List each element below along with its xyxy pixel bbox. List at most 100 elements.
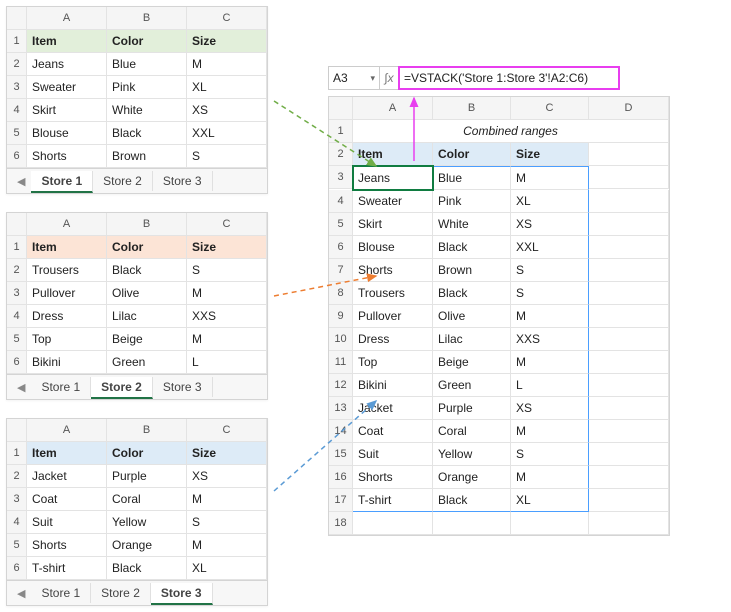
col-header[interactable]: B (107, 213, 187, 236)
col-header[interactable]: A (353, 97, 433, 120)
col-header[interactable]: C (187, 7, 267, 30)
cell-empty[interactable] (589, 190, 669, 213)
cell[interactable]: S (511, 282, 589, 305)
cell[interactable]: M (187, 53, 267, 76)
row-header[interactable]: 14 (329, 420, 353, 443)
row-header[interactable]: 2 (7, 53, 27, 76)
tab-store1[interactable]: Store 1 (31, 377, 91, 397)
header-color[interactable]: Color (433, 143, 511, 166)
header-color[interactable]: Color (107, 30, 187, 53)
row-header[interactable]: 11 (329, 351, 353, 374)
cell[interactable]: Jacket (353, 397, 433, 420)
row-header[interactable]: 3 (7, 76, 27, 99)
cell[interactable]: XXL (187, 122, 267, 145)
row-header[interactable]: 4 (7, 99, 27, 122)
row-header[interactable]: 6 (329, 236, 353, 259)
header-size[interactable]: Size (187, 236, 267, 259)
cell[interactable]: Black (107, 122, 187, 145)
row-header[interactable]: 18 (329, 512, 353, 535)
cell-empty[interactable] (589, 397, 669, 420)
cell[interactable]: Dress (353, 328, 433, 351)
cell[interactable]: M (187, 534, 267, 557)
header-size[interactable]: Size (187, 30, 267, 53)
tab-store2[interactable]: Store 2 (91, 583, 151, 603)
row-header[interactable]: 1 (7, 442, 27, 465)
row-header[interactable]: 6 (7, 351, 27, 374)
cell[interactable]: S (511, 443, 589, 466)
cell[interactable]: Black (433, 236, 511, 259)
row-header[interactable]: 17 (329, 489, 353, 512)
tab-store1[interactable]: Store 1 (31, 583, 91, 603)
cell[interactable]: XS (187, 465, 267, 488)
cell[interactable]: Trousers (353, 282, 433, 305)
row-header[interactable]: 6 (7, 145, 27, 168)
cell-empty[interactable] (433, 512, 511, 535)
cell[interactable]: Brown (433, 259, 511, 282)
cell[interactable]: Beige (107, 328, 187, 351)
tab-prev-icon[interactable]: ◀ (11, 381, 31, 394)
cell[interactable]: Bikini (353, 374, 433, 397)
cell[interactable]: M (187, 328, 267, 351)
cell-empty[interactable] (589, 166, 669, 189)
cell[interactable]: Olive (107, 282, 187, 305)
name-box[interactable]: A3 ▾ (329, 67, 380, 89)
col-header[interactable]: B (433, 97, 511, 120)
cell-empty[interactable] (511, 512, 589, 535)
cell[interactable]: Pullover (353, 305, 433, 328)
cell[interactable]: XS (187, 99, 267, 122)
cell-empty[interactable] (589, 489, 669, 512)
tab-store3[interactable]: Store 3 (153, 171, 213, 191)
cell[interactable]: XL (187, 76, 267, 99)
cell[interactable]: T-shirt (27, 557, 107, 580)
cell[interactable]: Lilac (433, 328, 511, 351)
header-color[interactable]: Color (107, 442, 187, 465)
cell[interactable]: M (511, 466, 589, 489)
cell[interactable]: Coral (107, 488, 187, 511)
row-header[interactable]: 12 (329, 374, 353, 397)
cell[interactable]: M (511, 305, 589, 328)
cell[interactable]: Black (107, 557, 187, 580)
cell-empty[interactable] (589, 351, 669, 374)
row-header[interactable]: 4 (329, 190, 353, 213)
cell[interactable]: White (107, 99, 187, 122)
cell-empty[interactable] (589, 282, 669, 305)
cell[interactable]: Purple (107, 465, 187, 488)
cell-empty[interactable] (589, 420, 669, 443)
col-header[interactable]: C (187, 419, 267, 442)
cell[interactable]: Purple (433, 397, 511, 420)
tab-prev-icon[interactable]: ◀ (11, 587, 31, 600)
cell-empty[interactable] (589, 143, 669, 166)
tab-prev-icon[interactable]: ◀ (11, 175, 31, 188)
row-header[interactable]: 5 (7, 534, 27, 557)
row-header[interactable]: 7 (329, 259, 353, 282)
cell[interactable]: Orange (107, 534, 187, 557)
row-header[interactable]: 8 (329, 282, 353, 305)
row-header[interactable]: 1 (7, 236, 27, 259)
cell[interactable]: Shorts (27, 145, 107, 168)
row-header[interactable]: 1 (329, 120, 353, 143)
row-header[interactable]: 3 (7, 488, 27, 511)
cell-empty[interactable] (353, 512, 433, 535)
cell[interactable]: M (187, 488, 267, 511)
fx-icon[interactable]: ∫x (380, 67, 399, 89)
cell[interactable]: Coral (433, 420, 511, 443)
cell-empty[interactable] (589, 374, 669, 397)
row-header[interactable]: 4 (7, 511, 27, 534)
col-header[interactable]: B (107, 419, 187, 442)
header-size[interactable]: Size (511, 143, 589, 166)
cell[interactable]: Black (433, 282, 511, 305)
cell[interactable]: Blue (107, 53, 187, 76)
header-color[interactable]: Color (107, 236, 187, 259)
cell-empty[interactable] (589, 213, 669, 236)
cell[interactable]: XS (511, 213, 589, 236)
cell[interactable]: Jacket (27, 465, 107, 488)
row-header[interactable]: 16 (329, 466, 353, 489)
row-header[interactable]: 1 (7, 30, 27, 53)
cell[interactable]: S (187, 145, 267, 168)
col-header[interactable]: C (511, 97, 589, 120)
col-header[interactable]: C (187, 213, 267, 236)
cell[interactable]: Dress (27, 305, 107, 328)
cell[interactable]: M (511, 166, 589, 190)
cell[interactable]: Yellow (107, 511, 187, 534)
cell[interactable]: Black (433, 489, 511, 512)
